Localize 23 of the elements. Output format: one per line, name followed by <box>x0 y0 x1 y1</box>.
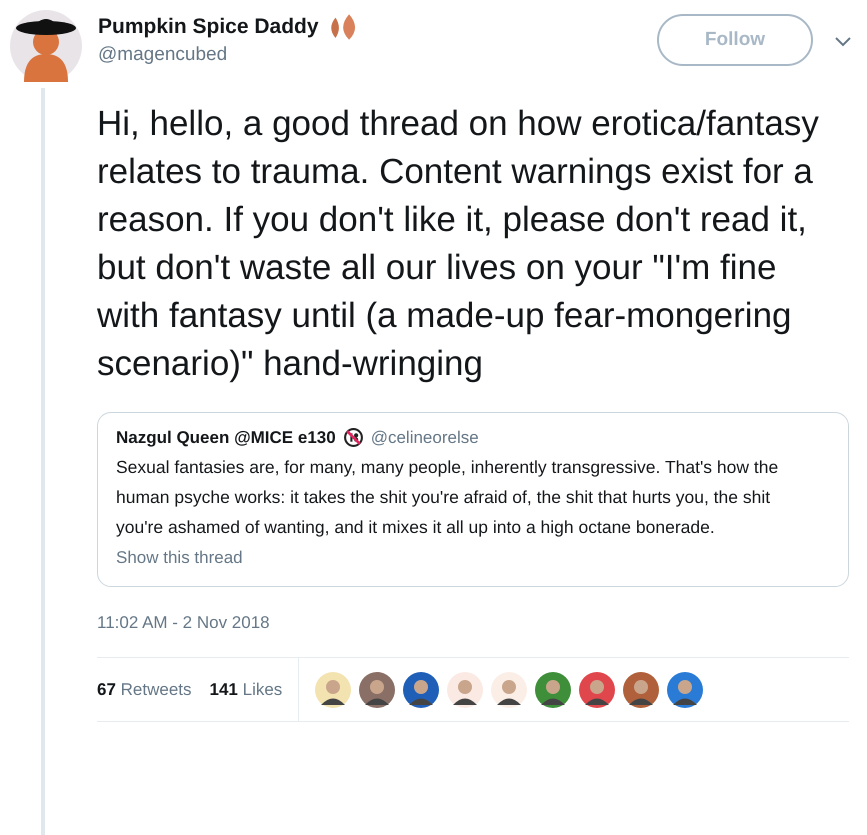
liker-avatar[interactable] <box>579 672 616 708</box>
chevron-down-icon[interactable] <box>835 37 851 47</box>
quoted-author-name: Nazgul Queen @MICE e130 <box>116 428 336 448</box>
quoted-tweet-card[interactable] <box>97 412 849 587</box>
liker-avatar[interactable] <box>491 672 528 708</box>
show-thread-link[interactable]: Show this thread <box>116 548 243 567</box>
stat-link[interactable]: 67 Retweets <box>97 680 192 700</box>
author-name[interactable]: Pumpkin Spice Daddy <box>98 15 319 39</box>
liker-avatar[interactable] <box>447 672 484 708</box>
timestamp[interactable]: 11:02 AM - 2 Nov 2018 <box>97 613 849 633</box>
liker-avatar[interactable] <box>623 672 660 708</box>
stat-link[interactable]: 141 Likes <box>210 680 282 700</box>
prohibited-icon <box>342 427 364 448</box>
liker-avatar[interactable] <box>315 672 352 708</box>
liker-avatar[interactable] <box>403 672 440 708</box>
liker-avatar[interactable] <box>667 672 704 708</box>
tweet-text: Hi, hello, a good thread on how erotica/fantasy relates to trauma. Content warnings exist for a reason. If you don't like it, please don't read it, but don't waste all our lives on your "I'm fine with fantasy until (a made-up fear-mongering scenario)" hand-wringing <box>97 103 820 385</box>
liker-avatar[interactable] <box>359 672 396 708</box>
quoted-tweet-text: Sexual fantasies are, for many, many people, inherently transgressive. That's how the human psyche works: it takes the shit you're afraid of, the shit that hurts you, the shit you're ashamed of wanting, and it mixes it all up into a high octane bonerade. <box>116 456 780 539</box>
quoted-author-handle: @celineorelse <box>370 428 479 448</box>
avatar[interactable] <box>10 10 82 82</box>
liker-avatar[interactable] <box>535 672 572 708</box>
author-handle[interactable]: @magencubed <box>98 44 361 66</box>
